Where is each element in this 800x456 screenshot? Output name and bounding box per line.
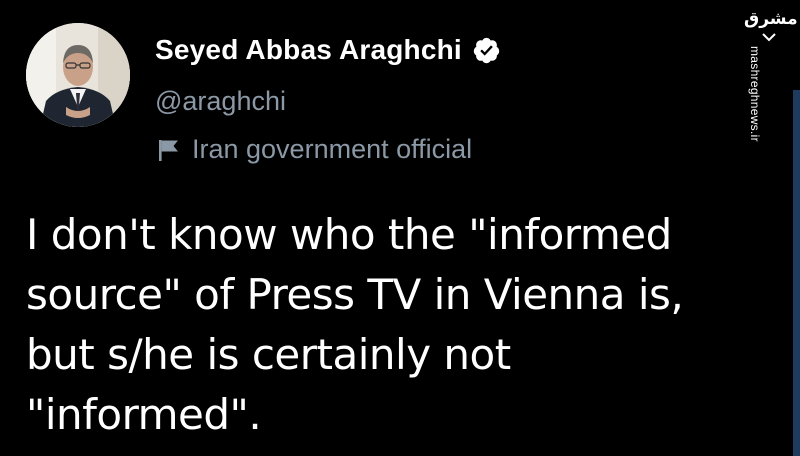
- display-name-row: Seyed Abbas Araghchi: [155, 34, 501, 66]
- account-label[interactable]: Iran government official: [158, 134, 472, 165]
- tweet-text: I don't know who the "informed source" o…: [26, 210, 684, 439]
- watermark-logo: مشرق: [744, 9, 798, 29]
- chevron-down-icon: [762, 33, 776, 42]
- avatar-photo: [26, 23, 130, 127]
- account-label-text: Iran government official: [192, 134, 473, 164]
- flag-icon: [158, 138, 180, 162]
- avatar[interactable]: [26, 23, 130, 127]
- watermark: مشرق mashreghnews.ir: [744, 6, 798, 142]
- watermark-url: mashreghnews.ir: [748, 46, 762, 142]
- display-name[interactable]: Seyed Abbas Araghchi: [155, 34, 462, 66]
- verified-badge-icon: [472, 36, 501, 65]
- scrollbar-track: [793, 90, 800, 456]
- handle[interactable]: @araghchi: [155, 86, 286, 117]
